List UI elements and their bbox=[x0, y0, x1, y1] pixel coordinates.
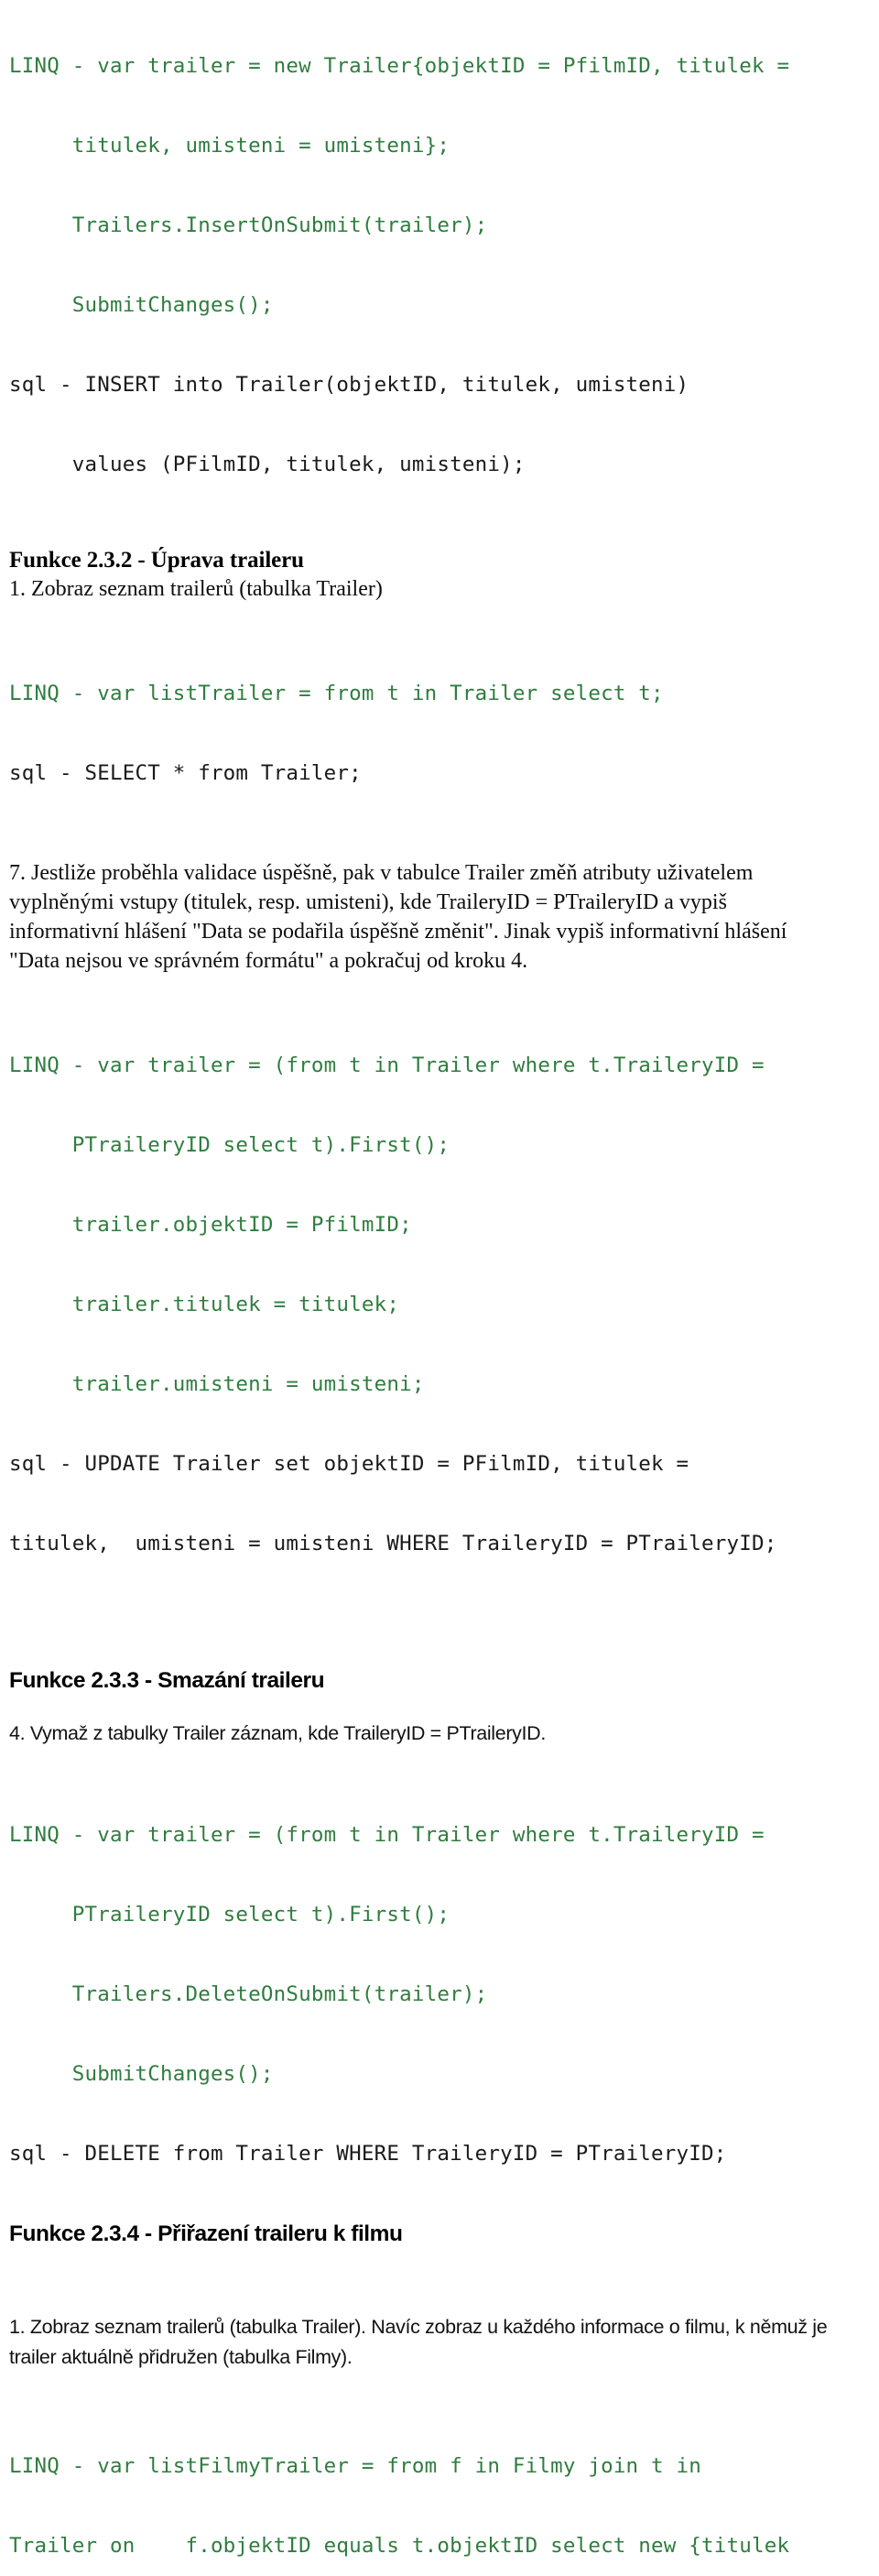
code-line: values (PFilmID, titulek, umisteni); bbox=[9, 453, 526, 476]
code-block-update-trailer: LINQ - var trailer = (from t in Trailer … bbox=[9, 999, 870, 1610]
code-line: sql - SELECT * from Trailer; bbox=[9, 761, 362, 785]
step-text-232-7: 7. Jestliže proběhla validace úspěšně, p… bbox=[9, 858, 870, 976]
code-line: SubmitChanges(); bbox=[9, 293, 274, 317]
paragraph-line: informativní hlášení "Data se podařila ú… bbox=[9, 920, 787, 944]
heading-funkce-2-3-2: Funkce 2.3.2 - Úprava traileru bbox=[9, 548, 304, 573]
document-page: LINQ - var trailer = new Trailer{objektI… bbox=[0, 0, 879, 2558]
code-line: LINQ - var trailer = (from t in Trailer … bbox=[9, 1053, 765, 1077]
step-text-233-4: 4. Vymaž z tabulky Trailer záznam, kde T… bbox=[9, 1722, 546, 1744]
code-block-select-trailer-list: LINQ - var listTrailer = from t in Trail… bbox=[9, 628, 870, 840]
paragraph-line: 7. Jestliže proběhla validace úspěšně, p… bbox=[9, 861, 754, 885]
code-line: Trailers.InsertOnSubmit(trailer); bbox=[9, 213, 488, 237]
code-line: Trailer on f.objektID equals t.objektID … bbox=[9, 2534, 790, 2558]
code-line: Trailers.DeleteOnSubmit(trailer); bbox=[9, 1982, 488, 2006]
paragraph-line: "Data nejsou ve správném formátu" a pokr… bbox=[9, 949, 528, 973]
code-block-insert-trailer: LINQ - var trailer = new Trailer{objektI… bbox=[9, 0, 870, 531]
code-block-delete-trailer: LINQ - var trailer = (from t in Trailer … bbox=[9, 1769, 870, 2221]
code-line: trailer.titulek = titulek; bbox=[9, 1293, 400, 1316]
code-line: LINQ - var trailer = new Trailer{objektI… bbox=[9, 54, 790, 78]
code-line: LINQ - var listTrailer = from t in Trail… bbox=[9, 682, 664, 705]
code-line: sql - DELETE from Trailer WHERE Trailery… bbox=[9, 2142, 727, 2166]
code-block-join-filmy-trailer: LINQ - var listFilmyTrailer = from f in … bbox=[9, 2400, 870, 2576]
code-line: trailer.umisteni = umisteni; bbox=[9, 1372, 425, 1396]
step-text-232-1: 1. Zobraz seznam trailerů (tabulka Trail… bbox=[9, 577, 383, 601]
heading-funkce-2-3-3: Funkce 2.3.3 - Smazání traileru bbox=[9, 1668, 325, 1693]
step-text-234-1: 1. Zobraz seznam trailerů (tabulka Trail… bbox=[9, 2312, 870, 2373]
code-line: trailer.objektID = PfilmID; bbox=[9, 1213, 412, 1237]
heading-funkce-2-3-4: Funkce 2.3.4 - Přiřazení traileru k film… bbox=[9, 2221, 403, 2246]
code-line: PTraileryID select t).First(); bbox=[9, 1133, 450, 1157]
paragraph-line: vyplněnými vstupy (titulek, resp. umiste… bbox=[9, 890, 727, 914]
code-line: titulek, umisteni = umisteni WHERE Trail… bbox=[9, 1532, 777, 1555]
code-line: sql - INSERT into Trailer(objektID, titu… bbox=[9, 373, 689, 397]
code-line: PTraileryID select t).First(); bbox=[9, 1903, 450, 1927]
code-line: LINQ - var trailer = (from t in Trailer … bbox=[9, 1823, 765, 1847]
code-line: LINQ - var listFilmyTrailer = from f in … bbox=[9, 2454, 702, 2478]
code-line: titulek, umisteni = umisteni}; bbox=[9, 134, 450, 158]
code-line: SubmitChanges(); bbox=[9, 2062, 274, 2086]
paragraph-line: 1. Zobraz seznam trailerů (tabulka Trail… bbox=[9, 2316, 828, 2338]
paragraph-line: trailer aktuálně přidružen (tabulka Film… bbox=[9, 2346, 353, 2368]
code-line: sql - UPDATE Trailer set objektID = PFil… bbox=[9, 1452, 689, 1476]
